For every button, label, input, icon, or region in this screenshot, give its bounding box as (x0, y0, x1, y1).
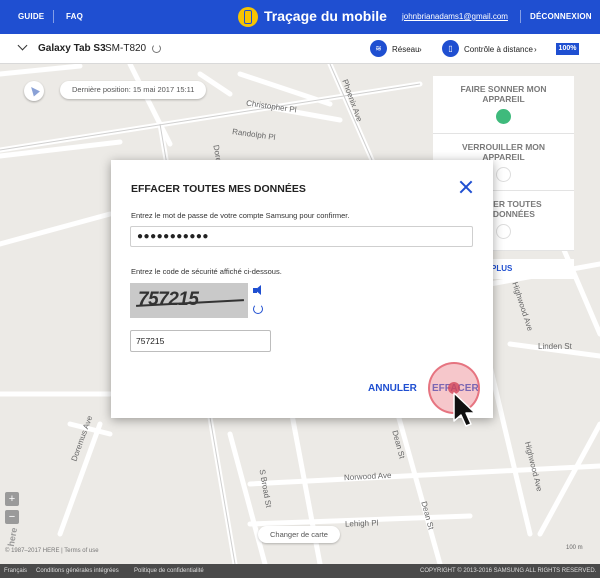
logout-link[interactable]: DÉCONNEXION (530, 12, 592, 21)
location-arrow-icon (28, 84, 40, 97)
terms-link[interactable]: Conditions générales intégrées (36, 564, 119, 578)
mouse-cursor-icon (453, 392, 476, 427)
language-link[interactable]: Français (4, 564, 27, 578)
device-name[interactable]: Galaxy Tab S3 (38, 43, 106, 54)
map-copyright[interactable]: © 1987–2017 HERE | Terms of use (5, 548, 99, 554)
audio-icon[interactable] (253, 285, 263, 295)
wifi-icon: ≋ (370, 40, 387, 57)
ring-device-label: FAIRE SONNER MON APPAREIL (460, 84, 547, 104)
captcha-text: 757215 (138, 289, 199, 310)
refresh-icon[interactable] (152, 44, 161, 53)
change-map-button[interactable]: Changer de carte (258, 526, 340, 543)
network-button[interactable]: Réseau (392, 45, 420, 54)
my-location-button[interactable] (24, 81, 44, 101)
cancel-button[interactable]: ANNULER (368, 383, 417, 394)
map-scale: 100 m (566, 545, 583, 551)
guide-link[interactable]: GUIDE (18, 12, 44, 21)
privacy-link[interactable]: Politique de confidentialité (134, 564, 204, 578)
remote-control-button[interactable]: Contrôle à distance (464, 45, 533, 54)
ring-icon (496, 109, 511, 124)
password-prompt: Entrez le mot de passe de votre compte S… (131, 211, 350, 220)
lock-icon (496, 167, 511, 182)
street-label: Linden St (538, 342, 572, 351)
chevron-right-icon: › (534, 45, 537, 54)
erase-icon (496, 224, 511, 239)
footer-copyright: COPYRIGHT © 2013-2016 SAMSUNG ALL RIGHTS… (420, 568, 597, 574)
device-model: SM-T820 (105, 43, 147, 54)
zoom-out-button[interactable]: − (5, 510, 19, 524)
account-email[interactable]: johnbrianadams1@gmail.com (402, 12, 508, 21)
remote-control-icon: ▯ (442, 40, 459, 57)
reload-captcha-icon[interactable] (253, 304, 263, 314)
phone-icon (238, 7, 258, 27)
security-code-field[interactable]: 757215 (130, 330, 271, 352)
faq-link[interactable]: FAQ (66, 12, 83, 21)
chevron-right-icon: › (419, 45, 422, 54)
lock-device-label: VERROUILLER MON APPAREIL (461, 142, 546, 162)
captcha-image: 757215 (130, 283, 248, 318)
app-title: Traçage du mobile (264, 8, 387, 24)
battery-badge: 100% (556, 43, 579, 55)
header-divider (53, 10, 54, 23)
street-label: Lehigh Pl (344, 518, 379, 529)
last-position-label: Dernière position: 15 mai 2017 15:11 (60, 81, 207, 99)
captcha-prompt: Entrez le code de sécurité affiché ci-de… (131, 267, 282, 276)
chevron-down-icon[interactable] (17, 40, 28, 51)
zoom-in-button[interactable]: + (5, 492, 19, 506)
dialog-title: EFFACER TOUTES MES DONNÉES (131, 183, 306, 195)
top-header: GUIDE FAQ Traçage du mobile johnbrianada… (0, 0, 600, 34)
password-field[interactable]: ●●●●●●●●●●● (130, 226, 473, 247)
ring-device-card[interactable]: FAIRE SONNER MON APPAREIL (433, 76, 574, 134)
page-footer: Français Conditions générales intégrées … (0, 564, 600, 578)
close-icon[interactable] (459, 180, 473, 194)
device-bar: Galaxy Tab S3 SM-T820 ≋ Réseau › ▯ Contr… (0, 34, 600, 64)
header-divider (520, 10, 521, 23)
